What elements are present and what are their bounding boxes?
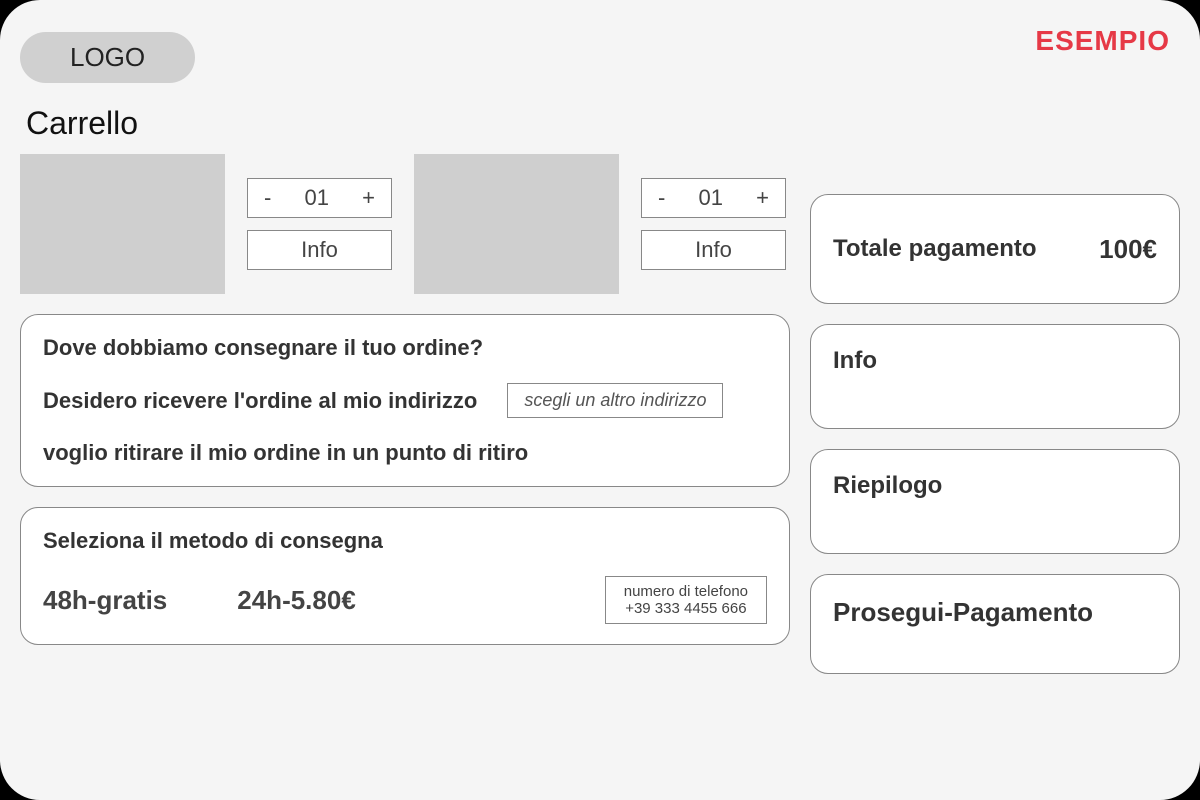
shipping-option-48h[interactable]: 48h-gratis: [43, 585, 167, 616]
quantity-stepper[interactable]: - 01 +: [641, 178, 786, 218]
proceed-payment-button[interactable]: Prosegui-Pagamento: [810, 574, 1180, 674]
qty-minus-button[interactable]: -: [264, 185, 271, 211]
deliver-to-address-option[interactable]: Desidero ricevere l'ordine al mio indiri…: [43, 388, 477, 414]
app-frame: ESEMPIO LOGO Carrello - 01 + Info -: [0, 0, 1200, 800]
total-card: Totale pagamento 100€: [810, 194, 1180, 304]
delivery-question: Dove dobbiamo consegnare il tuo ordine?: [43, 335, 767, 361]
product-image: [20, 154, 225, 294]
proceed-label: Prosegui-Pagamento: [833, 597, 1093, 627]
choose-another-address-button[interactable]: scegli un altro indirizzo: [507, 383, 723, 418]
shipping-question: Seleziona il metodo di consegna: [43, 528, 767, 554]
cart-items-row: - 01 + Info - 01 + Info: [20, 154, 790, 294]
total-label: Totale pagamento: [833, 235, 1037, 263]
info-card-label: Info: [833, 347, 877, 374]
shipping-option-24h[interactable]: 24h-5.80€: [237, 585, 356, 616]
logo: LOGO: [20, 32, 195, 83]
total-amount: 100€: [1099, 234, 1157, 265]
phone-box: numero di telefono +39 333 4455 666: [605, 576, 767, 624]
example-watermark: ESEMPIO: [1035, 25, 1170, 57]
qty-value: 01: [698, 185, 722, 211]
qty-plus-button[interactable]: +: [756, 185, 769, 211]
quantity-stepper[interactable]: - 01 +: [247, 178, 392, 218]
info-card[interactable]: Info: [810, 324, 1180, 429]
summary-card[interactable]: Riepilogo: [810, 449, 1180, 554]
page-title: Carrello: [26, 105, 1180, 142]
delivery-panel: Dove dobbiamo consegnare il tuo ordine? …: [20, 314, 790, 487]
product-info-button[interactable]: Info: [247, 230, 392, 270]
phone-number: +39 333 4455 666: [624, 600, 748, 617]
phone-label: numero di telefono: [624, 583, 748, 600]
pickup-option[interactable]: voglio ritirare il mio ordine in un punt…: [43, 440, 767, 466]
product-image: [414, 154, 619, 294]
product-info-button[interactable]: Info: [641, 230, 786, 270]
qty-plus-button[interactable]: +: [362, 185, 375, 211]
qty-minus-button[interactable]: -: [658, 185, 665, 211]
shipping-panel: Seleziona il metodo di consegna 48h-grat…: [20, 507, 790, 645]
summary-card-label: Riepilogo: [833, 472, 942, 499]
qty-value: 01: [304, 185, 328, 211]
